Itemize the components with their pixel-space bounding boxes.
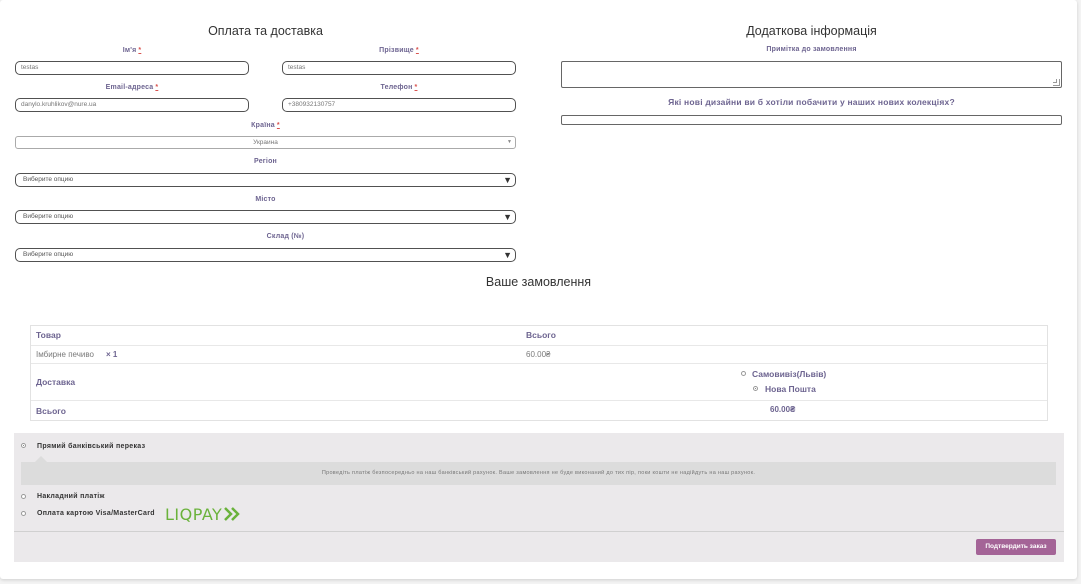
city-select[interactable]: Виберите опцию ▼ xyxy=(15,210,516,224)
payment-panel xyxy=(14,433,1064,562)
city-value: Виберите опцию xyxy=(23,213,74,220)
additional-title: Додаткова інформація xyxy=(746,24,877,38)
order-note-textarea[interactable] xyxy=(561,61,1062,88)
payment-method-cash-on-delivery[interactable]: Накладний платіж xyxy=(37,493,105,500)
place-order-button[interactable]: Подтвердить заказ xyxy=(976,539,1056,555)
item-name: Імбирне печиво xyxy=(36,350,94,359)
first-name-label: Ім'я * xyxy=(122,47,142,54)
chevron-down-icon: ▼ xyxy=(507,139,512,145)
column-header-total: Всього xyxy=(526,330,556,340)
shipping-radio-nova-poshta[interactable] xyxy=(753,386,758,391)
table-header-row: Товар Всього xyxy=(31,326,1047,346)
region-label: Регіон xyxy=(254,158,277,165)
triangle-down-icon: ▼ xyxy=(503,212,512,222)
payment-radio-bank-transfer[interactable] xyxy=(21,443,26,448)
shipping-option-nova-poshta[interactable]: Нова Пошта xyxy=(765,384,816,394)
design-question-input[interactable] xyxy=(561,115,1062,125)
resize-handle-icon[interactable] xyxy=(1053,79,1060,86)
warehouse-value: Виберите опцию xyxy=(23,251,74,258)
payment-method-card[interactable]: Оплата картою Visa/MasterCard xyxy=(37,510,155,517)
triangle-down-icon: ▼ xyxy=(503,250,512,260)
total-value: 60.00₴ xyxy=(770,405,796,414)
payment-radio-cash-on-delivery[interactable] xyxy=(21,494,26,499)
triangle-down-icon: ▼ xyxy=(503,175,512,185)
table-row: Імбирне печиво × 1 60.00₴ xyxy=(31,346,1047,364)
region-value: Виберите опцию xyxy=(23,176,74,183)
region-select[interactable]: Виберите опцию ▼ xyxy=(15,173,516,187)
bank-transfer-description: Проведіть платіж безпосередньо на наш ба… xyxy=(21,462,1056,485)
order-note-label: Примітка до замовлення xyxy=(766,46,857,53)
warehouse-select[interactable]: Виберите опцию ▼ xyxy=(15,248,516,262)
payment-divider xyxy=(14,531,1064,532)
first-name-input[interactable]: testas xyxy=(15,61,249,75)
order-table: Товар Всього Імбирне печиво × 1 60.00₴ Д… xyxy=(30,325,1048,421)
country-label: Країна * xyxy=(251,122,280,129)
billing-title: Оплата та доставка xyxy=(208,24,323,38)
last-name-label: Прізвище * xyxy=(379,47,419,54)
double-chevron-right-icon xyxy=(224,507,241,521)
item-total: 60.00₴ xyxy=(526,350,551,359)
total-label: Всього xyxy=(36,406,66,416)
shipping-label: Доставка xyxy=(36,377,76,387)
order-title: Ваше замовлення xyxy=(485,275,592,289)
warehouse-label: Склад (№) xyxy=(266,233,305,240)
shipping-radio-pickup[interactable] xyxy=(741,371,746,376)
design-question-label: Які нові дизайни ви б хотіли побачити у … xyxy=(668,97,955,107)
email-input[interactable]: danylo.kruhlikov@nure.ua xyxy=(15,98,249,112)
total-row: Всього 60.00₴ xyxy=(31,401,1047,421)
checkout-card: Оплата та доставка Ім'я * Прізвище * testa… xyxy=(0,0,1077,579)
item-quantity: × 1 xyxy=(106,350,118,359)
last-name-input[interactable]: testas xyxy=(282,61,516,75)
shipping-option-pickup[interactable]: Самовивіз(Львів) xyxy=(752,369,826,379)
city-label: Місто xyxy=(255,196,276,203)
country-select[interactable]: Украина ▼ xyxy=(15,136,516,149)
liqpay-logo: LIQPAY xyxy=(165,505,241,524)
shipping-row: Доставка Самовивіз(Львів) Нова Пошта xyxy=(31,364,1047,401)
column-header-product: Товар xyxy=(36,330,61,340)
email-label: Email-адреса * xyxy=(105,84,159,91)
payment-method-bank-transfer[interactable]: Прямий банківський переказ xyxy=(37,443,145,450)
payment-radio-card[interactable] xyxy=(21,511,26,516)
phone-input[interactable]: +380932130757 xyxy=(282,98,516,112)
country-value: Украина xyxy=(253,139,278,146)
phone-label: Телефон * xyxy=(380,84,418,91)
